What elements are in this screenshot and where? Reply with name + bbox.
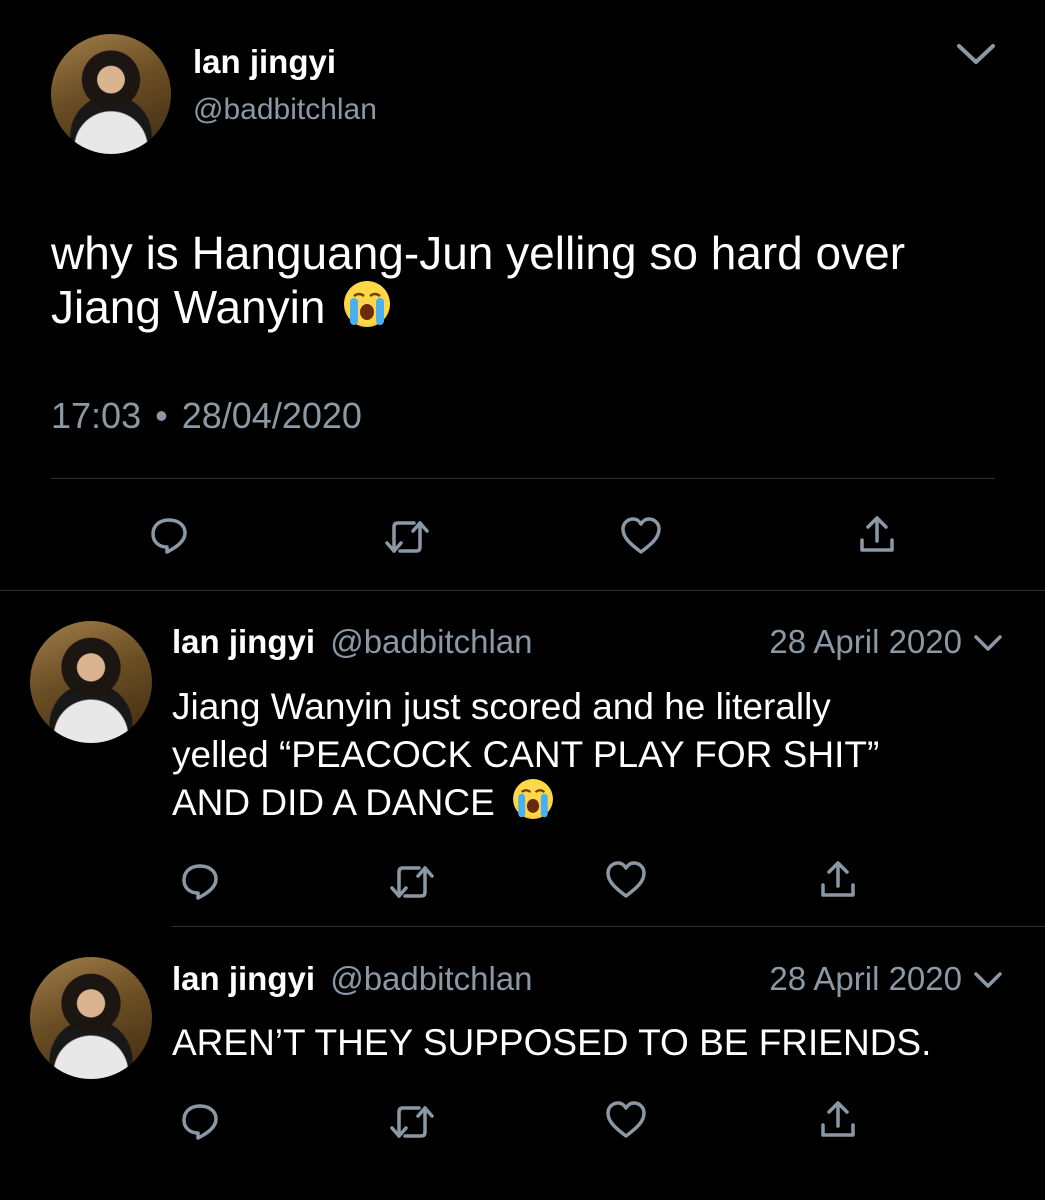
reply-text: AREN’T THEY SUPPOSED TO BE FRIENDS. (172, 1019, 1012, 1067)
loudly-crying-face-icon (513, 779, 554, 819)
share-icon[interactable] (819, 859, 857, 899)
retweet-icon[interactable] (389, 862, 435, 902)
divider (172, 926, 1045, 927)
avatar[interactable] (51, 34, 171, 154)
like-icon[interactable] (604, 1100, 648, 1140)
timestamp[interactable]: 17:03 • 28/04/2020 (51, 395, 362, 437)
chevron-down-icon[interactable] (972, 632, 1004, 654)
reply-line: yelled “PEACOCK CANT PLAY FOR SHIT” (172, 734, 880, 775)
time: 17:03 (51, 395, 142, 436)
reply-header: lan jingyi @badbitchlan (172, 622, 533, 662)
date: 28/04/2020 (181, 395, 362, 436)
display-name[interactable]: lan jingyi (172, 623, 315, 660)
tweet-text-body: why is Hanguang-Jun yelling so hard over… (51, 227, 906, 333)
reply-icon[interactable] (180, 1101, 220, 1141)
display-name[interactable]: lan jingyi (193, 42, 336, 82)
handle[interactable]: @badbitchlan (193, 92, 377, 128)
share-icon[interactable] (858, 514, 896, 554)
reply-line-text: AND DID A DANCE (172, 782, 495, 823)
retweet-icon[interactable] (384, 517, 430, 557)
handle[interactable]: @badbitchlan (330, 960, 532, 997)
avatar[interactable] (30, 621, 152, 743)
loudly-crying-face-icon (344, 281, 391, 327)
reply-date[interactable]: 28 April 2020 (769, 959, 962, 999)
display-name[interactable]: lan jingyi (172, 960, 315, 997)
reply-icon[interactable] (180, 861, 220, 901)
handle[interactable]: @badbitchlan (330, 623, 532, 660)
separator: • (155, 395, 168, 436)
reply-line: Jiang Wanyin just scored and he literall… (172, 686, 831, 727)
chevron-down-icon[interactable] (955, 40, 997, 68)
like-icon[interactable] (619, 516, 663, 556)
share-icon[interactable] (819, 1099, 857, 1139)
reply-icon[interactable] (149, 515, 189, 555)
like-icon[interactable] (604, 860, 648, 900)
retweet-icon[interactable] (389, 1102, 435, 1142)
chevron-down-icon[interactable] (972, 969, 1004, 991)
divider (51, 478, 995, 479)
avatar[interactable] (30, 957, 152, 1079)
reply-text: Jiang Wanyin just scored and he literall… (172, 683, 1012, 827)
reply-date[interactable]: 28 April 2020 (769, 622, 962, 662)
tweet-text: why is Hanguang-Jun yelling so hard over… (51, 226, 971, 334)
divider (0, 590, 1045, 591)
reply-line: AND DID A DANCE (172, 779, 1012, 827)
reply-line: AREN’T THEY SUPPOSED TO BE FRIENDS. (172, 1022, 932, 1063)
reply-header: lan jingyi @badbitchlan (172, 959, 533, 999)
